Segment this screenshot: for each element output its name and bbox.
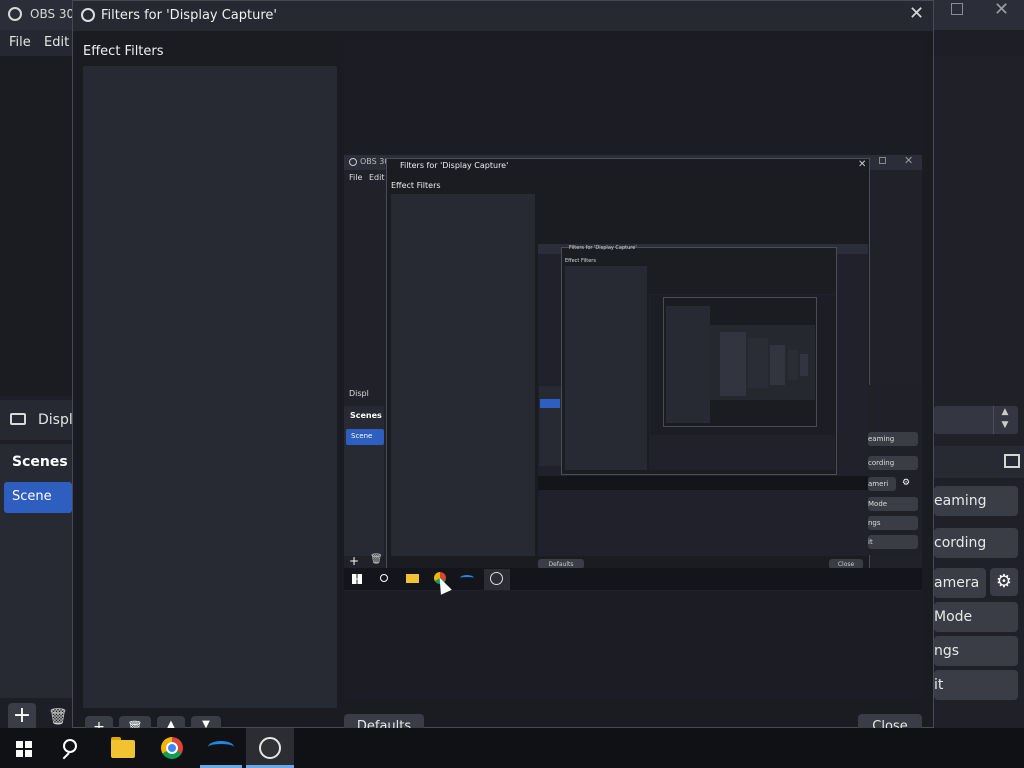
remove-scene-button[interactable]: 🗑 [44, 703, 72, 731]
chrome-icon-center [166, 742, 178, 754]
windows-logo-icon [25, 741, 32, 748]
nested-dolphin-icon [460, 575, 474, 581]
effect-filters-list[interactable] [83, 66, 337, 708]
nested-gear-icon: ⚙ [902, 478, 911, 488]
nested4-layer [720, 332, 746, 396]
nested2-list [565, 266, 647, 470]
nested-camera-button: ameri [868, 477, 896, 491]
start-button[interactable] [0, 728, 48, 768]
nested-recording-button: cording [868, 456, 918, 470]
nested2-effect-heading: Effect Filters [565, 258, 596, 264]
nested2-taskbar [538, 476, 868, 490]
virtual-camera-button[interactable]: amera [934, 568, 986, 598]
obs-logo-icon [81, 8, 95, 22]
nested2-scene-item [540, 399, 560, 408]
virtual-camera-settings-gear-icon[interactable]: ⚙ [990, 568, 1018, 596]
nested-menu-edit: Edit [369, 173, 385, 182]
nested2-scenes [539, 386, 561, 466]
nested-scene-label: Scene [351, 432, 373, 440]
duration-spinner[interactable]: ▲ ▼ [993, 406, 1016, 434]
obs-logo-icon [8, 7, 22, 21]
obs-icon [259, 737, 281, 759]
nested4-layer [770, 345, 785, 385]
nested-maximize-icon [879, 157, 886, 164]
monitor-icon [10, 413, 26, 425]
nested-streaming-button: eaming [868, 432, 918, 446]
nested-filters-close-icon: ✕ [858, 159, 867, 170]
nested-close-icon: ✕ [904, 154, 914, 167]
menu-edit[interactable]: Edit [44, 35, 69, 50]
windows-logo-icon [16, 741, 23, 748]
close-icon[interactable]: ✕ [909, 3, 924, 24]
settings-button[interactable]: ngs [934, 636, 1018, 666]
nested3-list [666, 306, 710, 423]
obs-close-icon[interactable]: ✕ [994, 0, 1009, 20]
start-streaming-button[interactable]: eaming [934, 486, 1018, 516]
nested-menu-file: File [349, 173, 363, 182]
obs-preview-area [0, 56, 72, 396]
windows-logo-icon [16, 750, 23, 757]
nested-obs-logo-icon [349, 158, 357, 166]
scenes-panel-title: Scenes [12, 454, 68, 470]
nested-filters-title: Filters for 'Display Capture' [400, 161, 509, 170]
nested-add-icon: + [349, 554, 360, 568]
nested-studio-mode-button: Mode [868, 497, 918, 511]
menu-file[interactable]: File [9, 35, 31, 50]
maximize-icon[interactable] [951, 3, 963, 15]
nested-scenes-title: Scenes [350, 411, 382, 420]
nested-search-icon [380, 574, 388, 582]
effect-filters-heading: Effect Filters [83, 44, 164, 59]
nested-effect-filters-heading: Effect Filters [391, 181, 441, 190]
studio-mode-button[interactable]: Mode [934, 602, 1018, 632]
start-recording-button[interactable]: cording [934, 528, 1018, 558]
add-scene-button[interactable]: + [8, 703, 36, 731]
scene-list-item-label: Scene [12, 489, 52, 504]
nested-source-label: Displ [349, 389, 369, 398]
nested-obs-icon [490, 572, 503, 585]
nested-taskbar [344, 568, 922, 590]
windows-logo-icon [25, 750, 32, 757]
nested4-layer [788, 350, 798, 380]
nested4-layer [748, 338, 768, 388]
undock-icon[interactable] [1004, 454, 1020, 468]
nested-exit-button: it [868, 535, 918, 549]
exit-button[interactable]: it [934, 670, 1018, 700]
nested-folder-icon [406, 574, 419, 583]
nested-trash-icon: 🗑 [370, 554, 383, 565]
nested4-layer [800, 354, 808, 376]
nested2-title: Filters for 'Display Capture' [569, 245, 637, 251]
obs-window-title: OBS 30. [30, 7, 78, 21]
filters-dialog-title: Filters for 'Display Capture' [101, 8, 277, 23]
nested-settings-button: ngs [868, 516, 918, 530]
folder-icon [111, 740, 135, 758]
search-icon [63, 739, 77, 753]
dolphin-icon [208, 741, 234, 753]
nested-filters-list [391, 194, 535, 556]
